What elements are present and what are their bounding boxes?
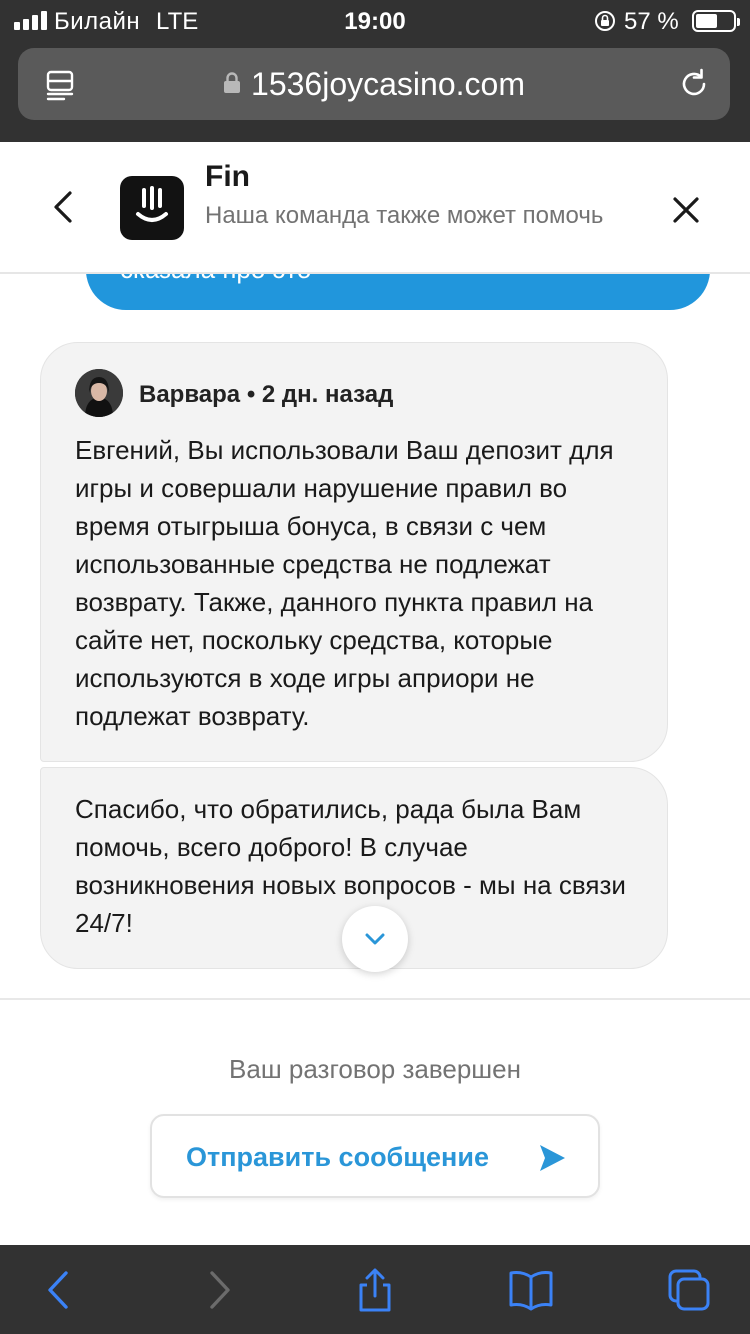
- message-time: 2 дн. назад: [261, 381, 394, 408]
- send-message-label: Отправить сообщение: [186, 1142, 489, 1172]
- close-button[interactable]: [666, 190, 706, 230]
- status-bar: Билайн LTE 19:00 57 %: [0, 0, 750, 42]
- scroll-to-bottom-button[interactable]: [342, 906, 408, 972]
- conversation-ended-label: Ваш разговор завершен: [229, 1054, 521, 1084]
- orientation-lock-icon: [595, 11, 615, 31]
- conversation-area[interactable]: сказала про это Варвара • 2 дн. назад Ев…: [0, 274, 750, 998]
- forward-arrow-icon[interactable]: [196, 1267, 242, 1313]
- send-message-button[interactable]: Отправить сообщение: [150, 1114, 600, 1198]
- battery-level: [696, 14, 717, 28]
- meta-separator: •: [246, 381, 256, 408]
- header-subtitle: Наша команда также может помочь: [205, 202, 604, 229]
- fin-logo-icon: [136, 186, 168, 222]
- agent-name: Варвара: [139, 381, 241, 408]
- share-icon[interactable]: [352, 1267, 398, 1313]
- send-icon: [540, 1145, 565, 1171]
- url-text[interactable]: 1536joycasino.com: [251, 66, 525, 102]
- bookmarks-icon[interactable]: [508, 1267, 554, 1313]
- tabs-icon[interactable]: [666, 1267, 712, 1313]
- avatar: [75, 369, 123, 417]
- battery-icon: [692, 10, 740, 32]
- chevron-down-icon: [365, 933, 385, 945]
- user-message-text: сказала про это: [120, 274, 311, 285]
- address-bar[interactable]: 1536joycasino.com: [18, 48, 730, 120]
- back-arrow-icon[interactable]: [36, 1267, 82, 1313]
- user-message-bubble: сказала про это: [86, 274, 710, 310]
- lock-icon: [224, 71, 241, 93]
- agent-message-card: Варвара • 2 дн. назад Евгений, Вы исполь…: [40, 342, 668, 762]
- agent-message-text: Евгений, Вы использовали Ваш депозит для…: [75, 435, 614, 731]
- close-icon: [673, 197, 699, 223]
- agent-avatar-image: [75, 369, 123, 417]
- reload-icon[interactable]: [676, 66, 712, 102]
- agent-meta: Варвара • 2 дн. назад: [139, 381, 393, 409]
- browser-top-chrome: Билайн LTE 19:00 57 % 1536joycasino.com: [0, 0, 750, 142]
- battery-percent: 57 %: [624, 8, 679, 35]
- back-button[interactable]: [44, 188, 82, 226]
- fin-logo: [120, 176, 184, 240]
- bot-name: Fin: [205, 160, 250, 193]
- chevron-left-icon: [54, 191, 72, 223]
- browser-toolbar: [0, 1245, 750, 1334]
- messenger-header: Fin Наша команда также может помочь: [0, 142, 750, 274]
- divider: [0, 998, 750, 1000]
